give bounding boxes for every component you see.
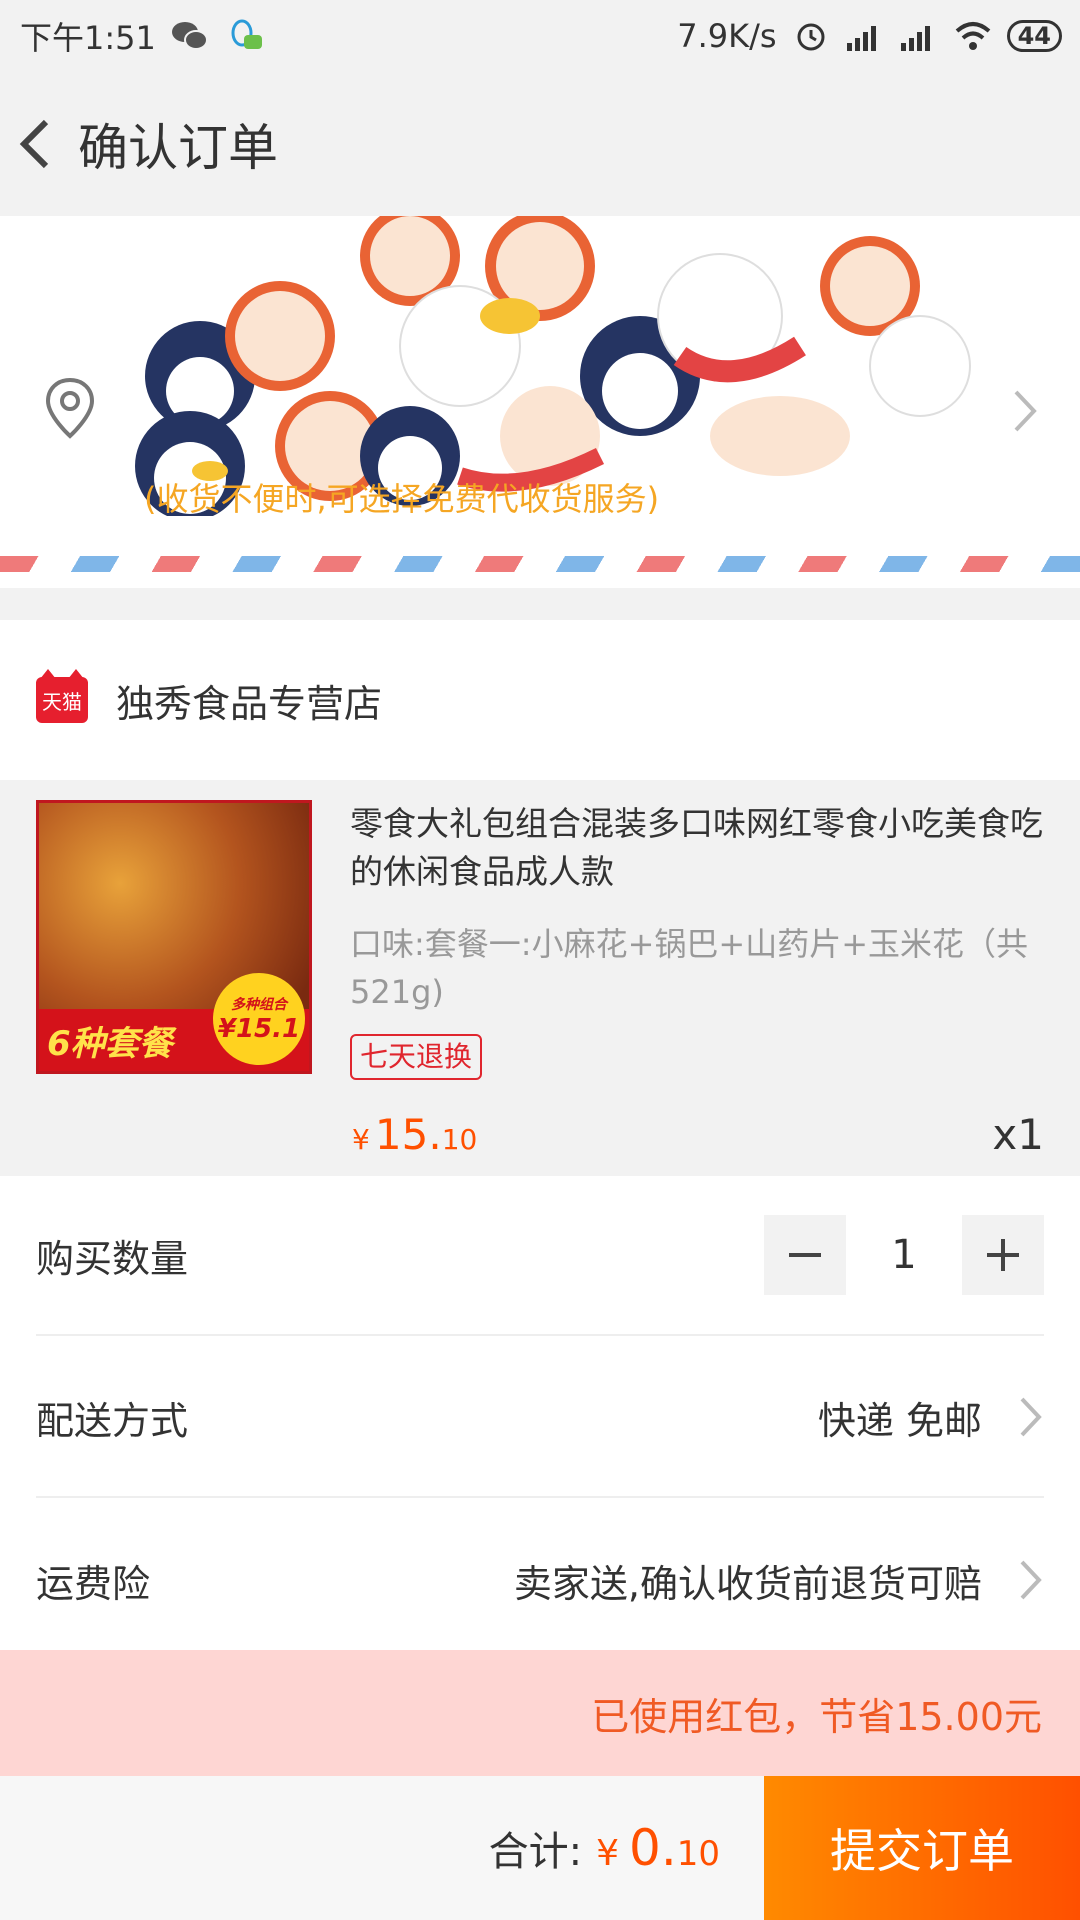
total-decimal: 10 [676,1834,720,1874]
page-title: 确认订单 [78,119,278,177]
emoji-sticker-overlay [135,216,971,516]
order-options: 购买数量 1 配送方式 快递 免邮 运费险 卖家送,确认收货前退货可赔 [0,1176,1080,1650]
return-policy-tag: 七天退换 [350,1034,483,1080]
price-integer: 15. [374,1110,442,1159]
increase-button[interactable] [962,1215,1044,1295]
price-decimal: 10 [441,1123,478,1156]
thumbnail-banner-text: 6种套餐 [47,1023,173,1064]
insurance-label: 运费险 [36,1561,151,1606]
alarm-icon [797,23,825,51]
chevron-right-icon [1014,390,1037,432]
submit-order-button[interactable]: 提交订单 [764,1776,1080,1920]
total-integer: 0. [629,1819,677,1877]
page-header: 确认订单 [0,72,1080,216]
shipping-label: 配送方式 [36,1398,189,1443]
total-currency: ¥ [596,1833,620,1874]
checkout-bar: 合计: ¥ 0. 10 提交订单 [0,1776,1080,1920]
location-pin-icon [45,377,95,439]
shipping-value: 快递 免邮 [817,1398,982,1443]
redpacket-banner: 已使用红包，节省15.00元 [0,1650,1080,1776]
signal-icon [846,26,876,51]
product-title: 零食大礼包组合混装多口味网红零食小吃美食吃的休闲食品成人款 [350,804,1043,891]
decrease-button[interactable] [764,1215,846,1295]
quantity-row: 购买数量 1 [36,1176,1044,1336]
order-confirm-page: 下午1:51 7.9K/s 44 确认订单 (收货不便时,可选择免费代收货服务)… [0,0,1080,1920]
product-spec: 口味:套餐一:小麻花+锅巴+山药片+玉米花（共521g) [350,925,1029,1011]
thumbnail-badge-price: ¥15.1 [217,1014,301,1044]
status-time: 下午1:51 [20,19,156,57]
back-arrow-icon[interactable] [4,94,74,194]
quantity-value[interactable]: 1 [846,1232,962,1278]
net-speed: 7.9K/s [677,17,777,55]
thumbnail-badge-top: 多种组合 [231,997,287,1013]
product-thumbnail[interactable]: 6种套餐 多种组合 ¥15.1 [36,800,312,1074]
shop-name: 独秀食品专营店 [116,681,383,726]
total-label: 合计: [488,1829,583,1875]
shipping-row[interactable]: 配送方式 快递 免邮 [36,1338,1044,1498]
redpacket-text: 已使用红包，节省15.00元 [591,1694,1042,1739]
wifi-icon [955,22,990,50]
quantity-stepper: 1 [764,1215,1044,1295]
quantity-label: 购买数量 [36,1236,189,1281]
address-card[interactable]: (收货不便时,可选择免费代收货服务) [0,216,1080,588]
signal-icon [900,26,930,51]
price-currency: ¥ [352,1123,370,1156]
product-price: ¥ 15.10 [352,1110,477,1159]
plus-icon [987,1239,1019,1271]
address-hint[interactable]: (收货不便时,可选择免费代收货服务) [144,474,659,520]
product-quantity: x1 [992,1110,1044,1159]
tmall-logo-icon: 天猫 [36,669,88,723]
wechat-icon [171,22,208,50]
product-item[interactable]: 6种套餐 多种组合 ¥15.1 零食大礼包组合混装多口味网红零食小吃美食吃的休闲… [0,780,1080,1176]
shipping-insurance-row[interactable]: 运费险 卖家送,确认收货前退货可赔 [36,1500,1044,1660]
chevron-right-icon [1020,1397,1042,1437]
minus-icon [789,1253,821,1257]
battery-icon: 44 [1006,20,1062,52]
chevron-right-icon [1020,1560,1042,1600]
insurance-value: 卖家送,确认收货前退货可赔 [513,1561,982,1606]
shop-header[interactable]: 天猫 独秀食品专营店 [0,620,1080,780]
thumbnail-price-badge: 多种组合 ¥15.1 [213,973,305,1065]
status-bar: 下午1:51 7.9K/s 44 [0,0,1080,72]
mail-stripe-divider [0,556,1080,572]
order-total: 合计: ¥ 0. 10 [489,1819,720,1877]
qq-icon [231,19,262,49]
